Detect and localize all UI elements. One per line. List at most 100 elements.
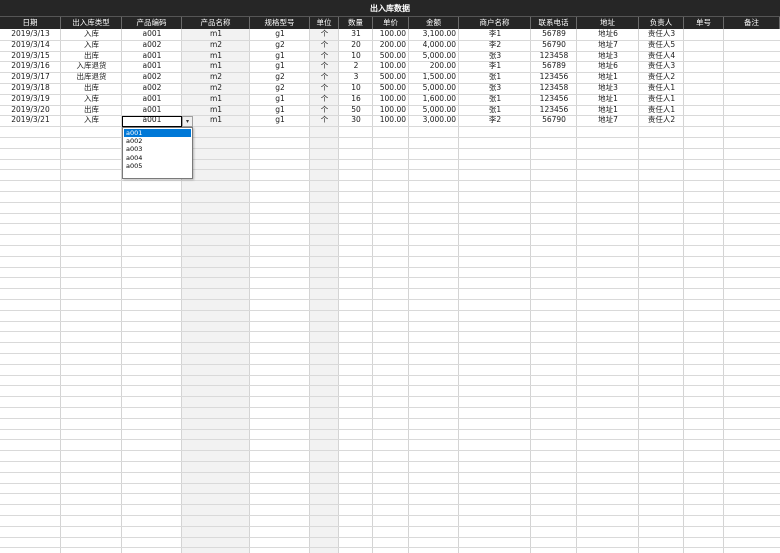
cell-phone[interactable]: 123456: [531, 94, 577, 104]
cell-merchant[interactable]: 张3: [459, 83, 531, 93]
cell-merchant[interactable]: 张1: [459, 105, 531, 115]
cell-remark[interactable]: [724, 115, 780, 125]
cell-product-name[interactable]: m1: [182, 105, 250, 115]
cell-address[interactable]: 地址1: [577, 72, 639, 82]
cell-qty[interactable]: 10: [339, 51, 373, 61]
cell-price[interactable]: 100.00: [373, 105, 409, 115]
header-remark[interactable]: 备注: [724, 17, 780, 29]
header-date[interactable]: 日期: [0, 17, 61, 29]
dropdown-option[interactable]: a003: [124, 145, 191, 153]
cell-product-name[interactable]: m1: [182, 94, 250, 104]
cell-owner[interactable]: 责任人1: [639, 105, 684, 115]
cell-io-type[interactable]: 出库: [61, 83, 122, 93]
cell-address[interactable]: 地址1: [577, 105, 639, 115]
cell-io-type[interactable]: 入库: [61, 115, 122, 125]
cell-product-name[interactable]: m1: [182, 61, 250, 71]
cell-phone[interactable]: 123456: [531, 105, 577, 115]
cell-io-type[interactable]: 入库: [61, 40, 122, 50]
cell-qty[interactable]: 50: [339, 105, 373, 115]
cell-price[interactable]: 500.00: [373, 51, 409, 61]
cell-qty[interactable]: 20: [339, 40, 373, 50]
active-cell[interactable]: [122, 116, 182, 127]
cell-unit[interactable]: 个: [310, 72, 339, 82]
cell-remark[interactable]: [724, 105, 780, 115]
cell-owner[interactable]: 责任人2: [639, 115, 684, 125]
cell-amount[interactable]: 200.00: [409, 61, 459, 71]
cell-io-type[interactable]: 入库: [61, 94, 122, 104]
cell-address[interactable]: 地址3: [577, 83, 639, 93]
cell-merchant[interactable]: 张3: [459, 51, 531, 61]
cell-merchant[interactable]: 李2: [459, 115, 531, 125]
cell-product-code[interactable]: a002: [122, 40, 182, 50]
cell-product-code[interactable]: a001: [122, 29, 182, 39]
cell-order-no[interactable]: [684, 61, 724, 71]
cell-owner[interactable]: 责任人3: [639, 61, 684, 71]
cell-date[interactable]: 2019/3/16: [0, 61, 61, 71]
cell-amount[interactable]: 1,500.00: [409, 72, 459, 82]
cell-amount[interactable]: 1,600.00: [409, 94, 459, 104]
cell-merchant[interactable]: 李1: [459, 29, 531, 39]
header-spec[interactable]: 规格型号: [250, 17, 310, 29]
cell-merchant[interactable]: 张1: [459, 94, 531, 104]
cell-remark[interactable]: [724, 51, 780, 61]
cell-spec[interactable]: g1: [250, 94, 310, 104]
cell-qty[interactable]: 3: [339, 72, 373, 82]
cell-qty[interactable]: 16: [339, 94, 373, 104]
cell-spec[interactable]: g2: [250, 40, 310, 50]
header-address[interactable]: 地址: [577, 17, 639, 29]
cell-io-type[interactable]: 出库退货: [61, 72, 122, 82]
header-unit[interactable]: 单位: [310, 17, 339, 29]
cell-price[interactable]: 200.00: [373, 40, 409, 50]
cell-unit[interactable]: 个: [310, 29, 339, 39]
cell-product-name[interactable]: m2: [182, 40, 250, 50]
dropdown-arrow-button[interactable]: ▾: [182, 116, 193, 127]
cell-date[interactable]: 2019/3/13: [0, 29, 61, 39]
cell-product-code[interactable]: a001: [122, 105, 182, 115]
cell-remark[interactable]: [724, 61, 780, 71]
cell-product-code[interactable]: a002: [122, 72, 182, 82]
dropdown-option[interactable]: a001: [124, 129, 191, 137]
cell-phone[interactable]: 56789: [531, 61, 577, 71]
cell-order-no[interactable]: [684, 40, 724, 50]
product-code-dropdown[interactable]: a001 a002 a003 a004 a005: [122, 127, 193, 179]
cell-product-name[interactable]: m2: [182, 72, 250, 82]
header-io-type[interactable]: 出入库类型: [61, 17, 122, 29]
cell-product-code[interactable]: a001: [122, 61, 182, 71]
cell-owner[interactable]: 责任人1: [639, 94, 684, 104]
header-price[interactable]: 单价: [373, 17, 409, 29]
cell-product-code[interactable]: a001: [122, 51, 182, 61]
cell-price[interactable]: 100.00: [373, 94, 409, 104]
cell-io-type[interactable]: 出库: [61, 51, 122, 61]
cell-phone[interactable]: 123456: [531, 72, 577, 82]
cell-amount[interactable]: 3,000.00: [409, 115, 459, 125]
cell-order-no[interactable]: [684, 51, 724, 61]
cell-address[interactable]: 地址6: [577, 61, 639, 71]
cell-amount[interactable]: 5,000.00: [409, 105, 459, 115]
header-qty[interactable]: 数量: [339, 17, 373, 29]
cell-qty[interactable]: 2: [339, 61, 373, 71]
cell-order-no[interactable]: [684, 94, 724, 104]
cell-phone[interactable]: 56790: [531, 115, 577, 125]
cell-order-no[interactable]: [684, 115, 724, 125]
cell-io-type[interactable]: 入库退货: [61, 61, 122, 71]
cell-price[interactable]: 100.00: [373, 61, 409, 71]
cell-phone[interactable]: 123458: [531, 51, 577, 61]
cell-price[interactable]: 100.00: [373, 115, 409, 125]
cell-address[interactable]: 地址6: [577, 29, 639, 39]
dropdown-option[interactable]: a005: [124, 162, 191, 170]
cell-address[interactable]: 地址7: [577, 40, 639, 50]
cell-order-no[interactable]: [684, 72, 724, 82]
cell-qty[interactable]: 10: [339, 83, 373, 93]
cell-qty[interactable]: 30: [339, 115, 373, 125]
cell-order-no[interactable]: [684, 83, 724, 93]
cell-remark[interactable]: [724, 83, 780, 93]
cell-date[interactable]: 2019/3/17: [0, 72, 61, 82]
cell-date[interactable]: 2019/3/14: [0, 40, 61, 50]
cell-amount[interactable]: 3,100.00: [409, 29, 459, 39]
cell-merchant[interactable]: 李1: [459, 61, 531, 71]
cell-unit[interactable]: 个: [310, 94, 339, 104]
cell-remark[interactable]: [724, 94, 780, 104]
cell-spec[interactable]: g1: [250, 105, 310, 115]
cell-owner[interactable]: 责任人4: [639, 51, 684, 61]
cell-phone[interactable]: 123458: [531, 83, 577, 93]
